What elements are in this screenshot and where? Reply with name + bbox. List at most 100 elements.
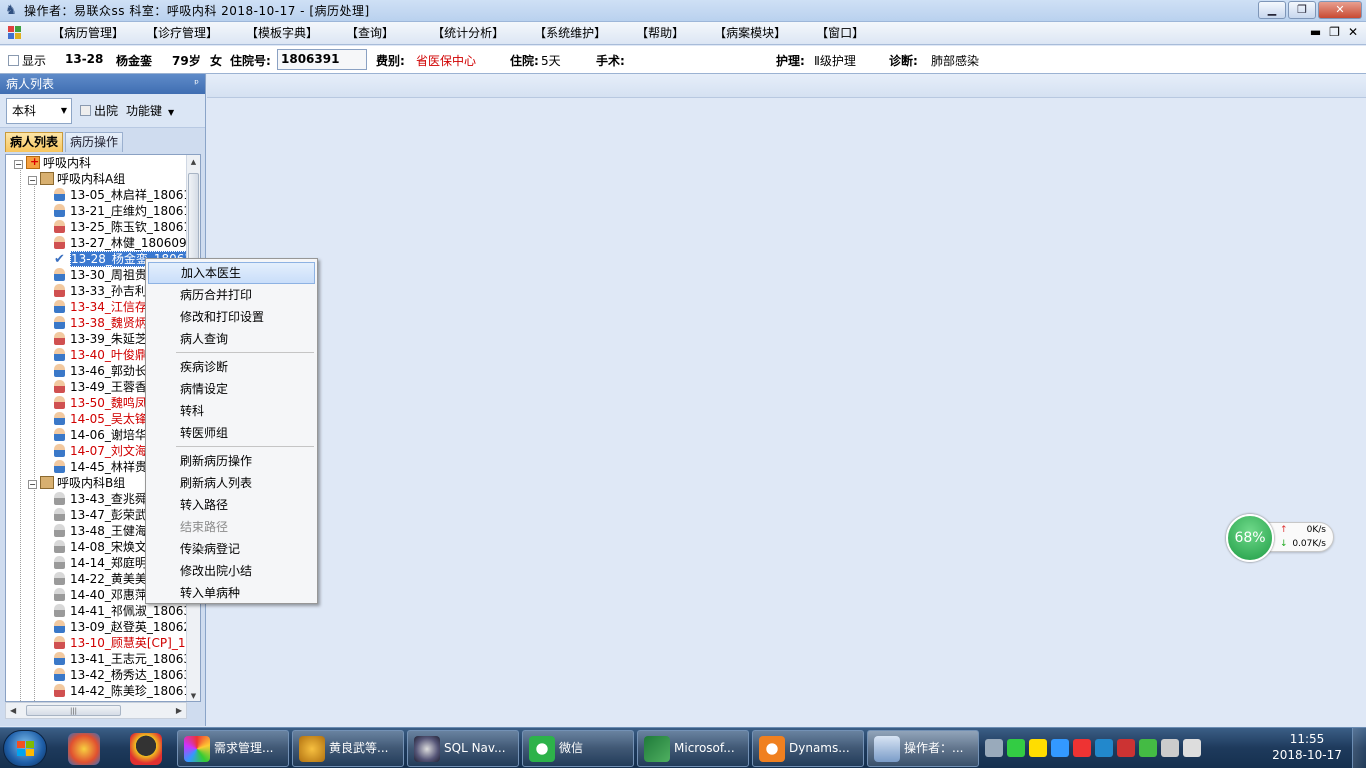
- ctx-condition[interactable]: 病情设定: [148, 378, 315, 400]
- ctx-add-doctor[interactable]: 加入本医生: [148, 262, 315, 284]
- network-signal-icon[interactable]: [1161, 739, 1179, 757]
- start-button[interactable]: [3, 730, 47, 767]
- add-icon[interactable]: [1029, 739, 1047, 757]
- close-button[interactable]: ✕: [1318, 1, 1362, 19]
- patient-row[interactable]: 14-14_郑庭明: [54, 555, 147, 571]
- patient-row[interactable]: 13-42_杨秀达_18063: [54, 667, 191, 683]
- mdi-restore-button[interactable]: ❐: [1329, 25, 1340, 39]
- tab-patient-list[interactable]: 病人列表: [5, 132, 64, 152]
- patient-row[interactable]: 13-47_彭荣武: [54, 507, 147, 523]
- patient-row[interactable]: 14-42_陈美珍_18061: [54, 683, 191, 699]
- ctx-transfer-dept[interactable]: 转科: [148, 400, 315, 422]
- mdi-minimize-button[interactable]: ▬: [1310, 25, 1321, 39]
- dept-scope-select[interactable]: 本科 ▼: [6, 97, 72, 124]
- ctx-transfer-group[interactable]: 转医师组: [148, 422, 315, 444]
- patient-row[interactable]: 13-50_魏鸣凤: [54, 395, 147, 411]
- ctx-infectious[interactable]: 传染病登记: [148, 538, 315, 560]
- patient-row[interactable]: 13-49_王蓉香: [54, 379, 147, 395]
- wechat-tray-icon[interactable]: [1007, 739, 1025, 757]
- maximize-button[interactable]: ❐: [1288, 1, 1316, 19]
- qq-tray-icon[interactable]: [1073, 739, 1091, 757]
- memory-usage-gauge[interactable]: 68%: [1226, 514, 1274, 562]
- ctx-refresh-ops[interactable]: 刷新病历操作: [148, 450, 315, 472]
- taskbar-requirements-mgmt[interactable]: 需求管理...: [177, 730, 289, 767]
- action-center-icon[interactable]: [1183, 739, 1201, 757]
- ctx-refresh-list[interactable]: 刷新病人列表: [148, 472, 315, 494]
- ctx-merge-print[interactable]: 病历合并打印: [148, 284, 315, 306]
- menu-treatment-mgmt[interactable]: 【诊疗管理】: [142, 23, 222, 43]
- patient-row[interactable]: 13-10_顾慧英[CP]_1: [54, 635, 185, 651]
- tree-horizontal-scrollbar[interactable]: ◀ ||| ▶: [5, 702, 187, 719]
- tab-record-ops[interactable]: 病历操作: [65, 132, 124, 152]
- ctx-diagnosis[interactable]: 疾病诊断: [148, 356, 315, 378]
- tree-group-a-node[interactable]: − 呼吸内科A组: [28, 171, 125, 187]
- patient-row[interactable]: 14-07_刘文海: [54, 443, 147, 459]
- patient-row[interactable]: 13-48_王健海: [54, 523, 147, 539]
- patient-row[interactable]: 14-22_黄美美: [54, 571, 147, 587]
- menu-window[interactable]: 【窗口】: [812, 23, 868, 43]
- minimize-button[interactable]: ▁: [1258, 1, 1286, 19]
- patient-row[interactable]: 14-41_祁佩淑_18063: [54, 603, 191, 619]
- taskbar-microsoft-excel[interactable]: Microsof...: [637, 730, 749, 767]
- show-checkbox-box[interactable]: [8, 55, 19, 66]
- mdi-close-button[interactable]: ✕: [1348, 25, 1358, 39]
- patient-row[interactable]: 13-09_赵登英_18062: [54, 619, 191, 635]
- tree-dept-node[interactable]: − 呼吸内科: [14, 155, 91, 171]
- patient-row[interactable]: 13-38_魏贤炳: [54, 315, 147, 331]
- keyboard-icon[interactable]: [985, 739, 1003, 757]
- patient-row[interactable]: 13-39_朱延芝: [54, 331, 147, 347]
- patient-row[interactable]: 14-05_吴太锋: [54, 411, 147, 427]
- chat-icon[interactable]: [1051, 739, 1069, 757]
- patient-row[interactable]: 13-25_陈玉钦_18061: [54, 219, 191, 235]
- patient-row[interactable]: 13-27_林健_1806097: [54, 235, 194, 251]
- collapse-icon[interactable]: −: [28, 480, 37, 489]
- taskbar-emr-app[interactable]: 操作者：...: [867, 730, 979, 767]
- shield-icon[interactable]: [1139, 739, 1157, 757]
- menu-template-dict[interactable]: 【模板字典】: [242, 23, 322, 43]
- tree-group-b-node[interactable]: − 呼吸内科B组: [28, 475, 125, 491]
- scroll-down-icon[interactable]: ▼: [187, 689, 200, 701]
- patient-row[interactable]: 13-41_王志元_18063: [54, 651, 191, 667]
- scroll-thumb[interactable]: |||: [26, 705, 121, 716]
- antivirus-icon[interactable]: [1095, 739, 1113, 757]
- menu-system[interactable]: 【系统维护】: [530, 23, 610, 43]
- taskbar-chat-window[interactable]: 黄良武等...: [292, 730, 404, 767]
- mdi-app-icon[interactable]: [8, 26, 22, 40]
- function-key-button[interactable]: 功能键 ▼: [126, 102, 174, 119]
- ctx-enter-path[interactable]: 转入路径: [148, 494, 315, 516]
- discharge-checkbox[interactable]: 出院: [80, 102, 118, 119]
- patient-row[interactable]: 13-30_周祖贵: [54, 267, 147, 283]
- show-desktop-button[interactable]: [1352, 728, 1366, 768]
- taskbar-sql-navigator[interactable]: SQL Nav...: [407, 730, 519, 767]
- patient-row[interactable]: 13-21_庄维灼_18061: [54, 203, 191, 219]
- qq-icon[interactable]: [130, 733, 162, 765]
- system-clock[interactable]: 11:55 2018-10-17: [1268, 731, 1346, 763]
- patient-row[interactable]: 14-08_宋焕文: [54, 539, 147, 555]
- patient-row[interactable]: 13-33_孙吉利: [54, 283, 147, 299]
- patient-row[interactable]: 13-34_江信存: [54, 299, 147, 315]
- patient-row[interactable]: 14-06_谢培华: [54, 427, 147, 443]
- ctx-print-settings[interactable]: 修改和打印设置: [148, 306, 315, 328]
- hosp-no-field[interactable]: 1806391: [277, 49, 367, 70]
- ctx-discharge-summary[interactable]: 修改出院小结: [148, 560, 315, 582]
- menu-query[interactable]: 【查询】: [342, 23, 398, 43]
- collapse-icon[interactable]: −: [14, 160, 23, 169]
- ctx-patient-query[interactable]: 病人查询: [148, 328, 315, 350]
- quicklaunch-app-icon[interactable]: [68, 733, 100, 765]
- menu-record-mgmt[interactable]: 【病历管理】: [48, 23, 128, 43]
- network-monitor-widget[interactable]: 68% 0K/s 0.07K/s: [1226, 514, 1334, 562]
- scroll-right-icon[interactable]: ▶: [176, 703, 182, 718]
- show-checkbox[interactable]: 显示: [8, 52, 46, 69]
- patient-row[interactable]: 13-46_郭劲长: [54, 363, 147, 379]
- scroll-left-icon[interactable]: ◀: [10, 703, 16, 718]
- collapse-icon[interactable]: −: [28, 176, 37, 185]
- patient-row[interactable]: 13-43_查兆舜: [54, 491, 147, 507]
- pin-icon[interactable]: ᵖ: [194, 74, 199, 94]
- menu-help[interactable]: 【帮助】: [632, 23, 688, 43]
- discharge-checkbox-box[interactable]: [80, 105, 91, 116]
- mute-icon[interactable]: [1117, 739, 1135, 757]
- patient-row[interactable]: 14-40_邓惠萍: [54, 587, 147, 603]
- patient-row[interactable]: 13-05_林启祥_18061: [54, 187, 191, 203]
- taskbar-wechat[interactable]: 微信: [522, 730, 634, 767]
- taskbar-dynamics[interactable]: Dynams...: [752, 730, 864, 767]
